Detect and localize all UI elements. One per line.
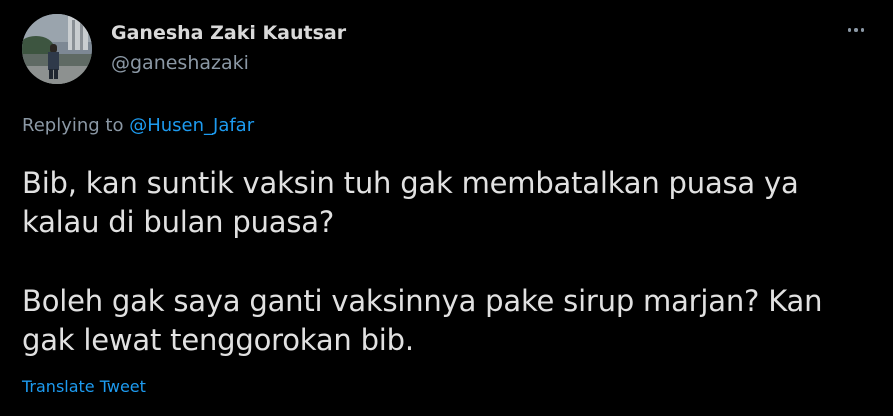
author-handle[interactable]: @ganeshazaki (111, 52, 249, 74)
tweet-paragraph: Bib, kan suntik vaksin tuh gak membatalk… (22, 166, 799, 239)
replying-to-label: Replying to (22, 115, 130, 136)
translate-tweet-link[interactable]: Translate Tweet (22, 377, 146, 396)
replying-to: Replying to @Husen_Jafar (22, 115, 254, 136)
avatar[interactable] (22, 14, 92, 84)
more-options-button[interactable] (841, 18, 871, 42)
tweet-text: Bib, kan suntik vaksin tuh gak membatalk… (22, 164, 872, 360)
more-horizontal-icon-dot (854, 28, 858, 32)
author-name[interactable]: Ganesha Zaki Kautsar (111, 22, 346, 44)
tweet-paragraph: Boleh gak saya ganti vaksinnya pake siru… (22, 284, 823, 357)
more-horizontal-icon-dot (860, 28, 865, 32)
reply-mention-link[interactable]: @Husen_Jafar (129, 115, 254, 136)
more-horizontal-icon (847, 28, 852, 32)
tweet: Ganesha Zaki Kautsar @ganeshazaki Replyi… (0, 0, 893, 416)
avatar-image (22, 14, 92, 84)
